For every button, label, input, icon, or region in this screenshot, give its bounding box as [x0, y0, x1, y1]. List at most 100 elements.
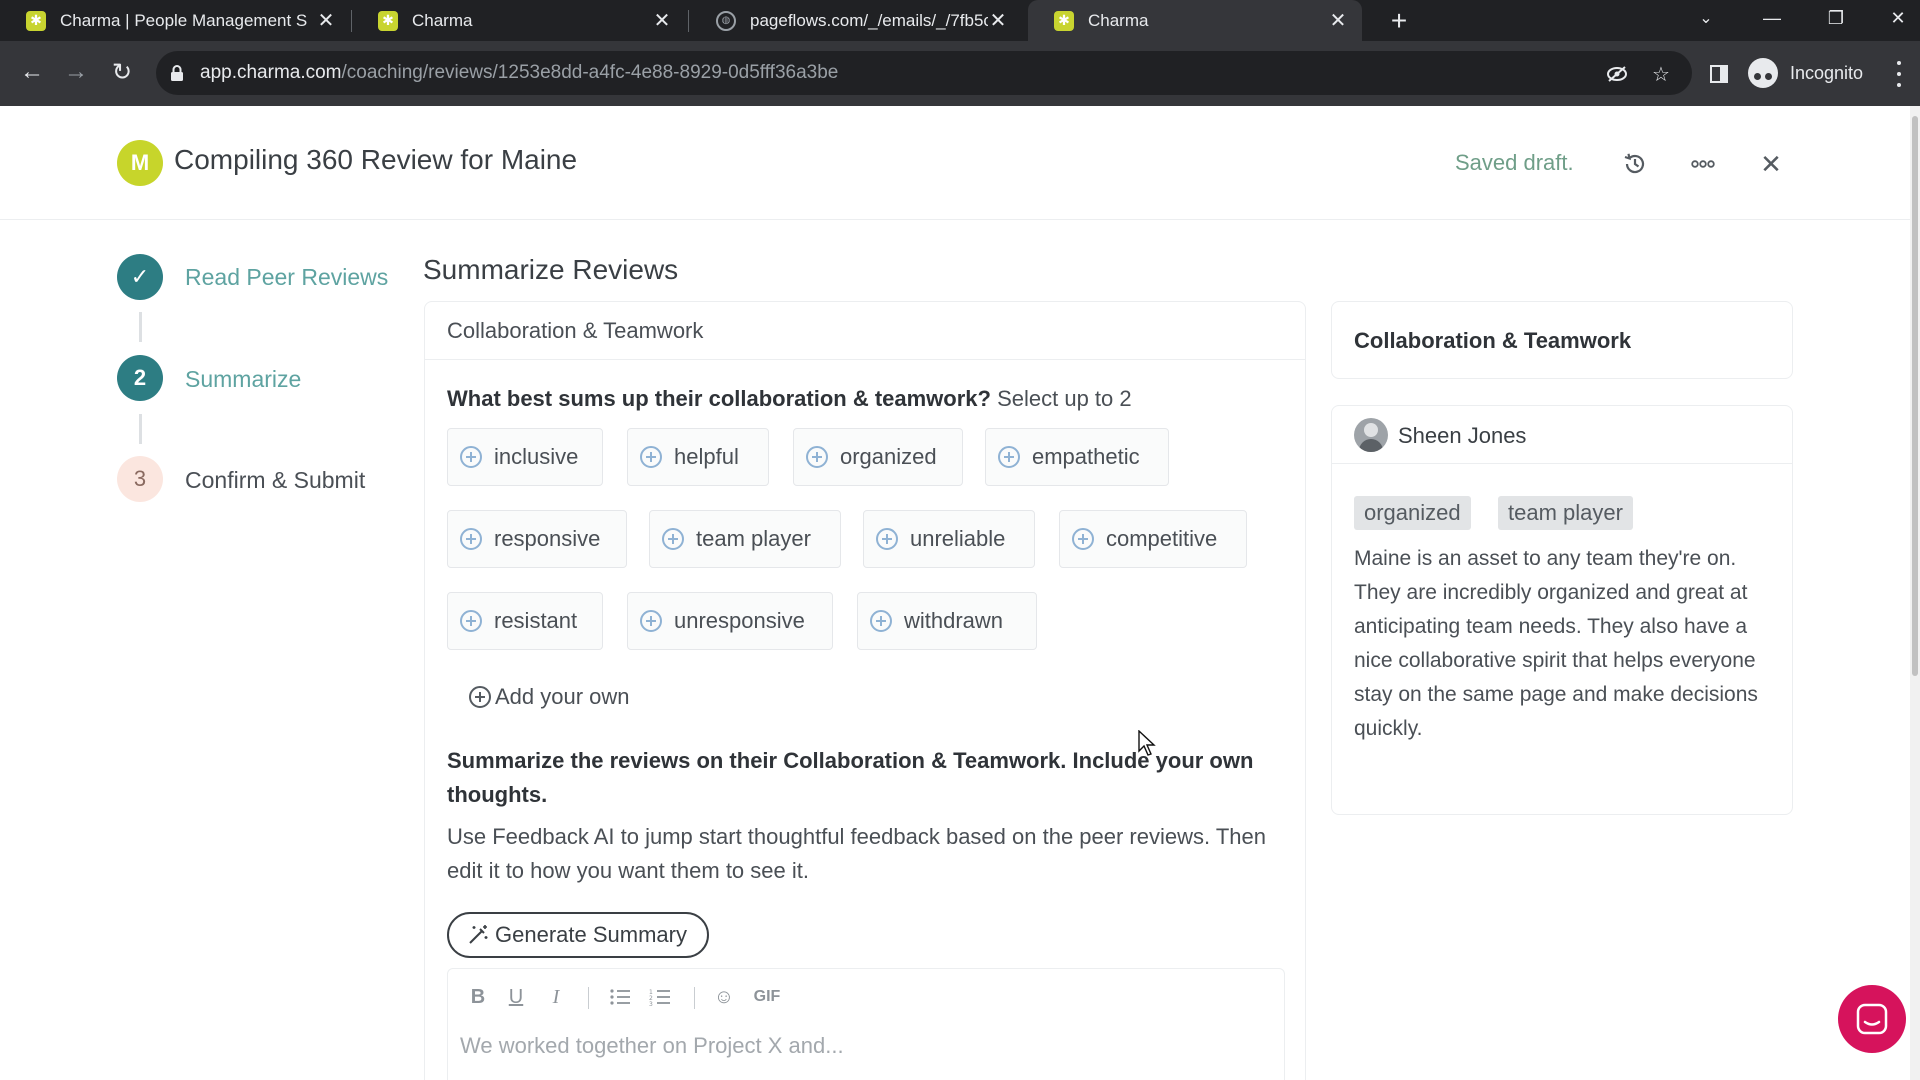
close-tab-icon[interactable]: ✕	[316, 8, 336, 33]
charma-logo-icon: ✱	[1054, 10, 1074, 31]
plus-circle-icon	[460, 446, 482, 468]
saved-status: Saved draft.	[1455, 150, 1574, 175]
chip-helpful[interactable]: helpful	[627, 428, 769, 486]
add-own-label: Add your own	[495, 684, 630, 709]
plus-circle-icon	[876, 528, 898, 550]
underline-icon[interactable]: U	[506, 985, 526, 1009]
new-tab-icon[interactable]: +	[1384, 0, 1414, 41]
close-tab-icon[interactable]: ✕	[652, 8, 672, 33]
url-path: /coaching/reviews/1253e8dd-a4fc-4e88-892…	[341, 62, 839, 83]
step-summarize[interactable]: Summarize	[185, 366, 301, 393]
step-3-marker: 3	[117, 456, 163, 502]
toolbar-divider	[694, 987, 695, 1009]
eye-off-icon[interactable]	[1604, 61, 1630, 87]
chip-label: unresponsive	[674, 608, 805, 633]
chip-responsive[interactable]: responsive	[447, 510, 627, 568]
close-window-icon[interactable]: ✕	[1878, 0, 1918, 36]
peer-review-panel-header: Collaboration & Teamwork	[1331, 301, 1793, 379]
emoji-icon[interactable]: ☺	[712, 985, 736, 1009]
reviewer-name: Sheen Jones	[1398, 423, 1527, 448]
browser-toolbar: ← → ↻ app.charma.com/coaching/reviews/12…	[0, 41, 1920, 106]
card-title: Collaboration & Teamwork	[447, 318, 704, 343]
page-scrollbar[interactable]	[1910, 106, 1920, 1080]
question-text: What best sums up their collaboration & …	[447, 386, 1132, 412]
tab-search-chevron-icon[interactable]: ⌄	[1686, 0, 1726, 36]
chip-resistant[interactable]: resistant	[447, 592, 603, 650]
avatar	[1354, 418, 1388, 452]
browser-tab-3[interactable]: ◍ pageflows.com/_/emails/_/7fb5c ✕	[690, 0, 1022, 41]
chip-organized[interactable]: organized	[793, 428, 963, 486]
incognito-label: Incognito	[1790, 62, 1864, 83]
chip-label: helpful	[674, 444, 739, 469]
chip-empathetic[interactable]: empathetic	[985, 428, 1169, 486]
history-icon[interactable]	[1619, 148, 1651, 180]
bold-icon[interactable]: B	[468, 985, 488, 1009]
chip-unresponsive[interactable]: unresponsive	[627, 592, 833, 650]
chip-unreliable[interactable]: unreliable	[863, 510, 1035, 568]
numbered-list-icon[interactable]: 123	[648, 985, 672, 1009]
address-bar[interactable]: app.charma.com/coaching/reviews/1253e8dd…	[156, 51, 1692, 95]
reload-icon[interactable]: ↻	[104, 54, 140, 90]
step-confirm-submit[interactable]: Confirm & Submit	[185, 467, 365, 494]
plus-circle-icon	[998, 446, 1020, 468]
chat-icon	[1856, 1003, 1888, 1035]
plus-circle-icon	[640, 610, 662, 632]
plus-circle-icon	[460, 610, 482, 632]
add-your-own-button[interactable]: Add your own	[469, 684, 630, 710]
back-arrow-icon[interactable]: ←	[14, 54, 50, 90]
plus-circle-icon	[1072, 528, 1094, 550]
more-options-icon[interactable]	[1687, 148, 1719, 180]
close-tab-icon[interactable]: ✕	[1328, 8, 1348, 33]
incognito-indicator[interactable]: Incognito	[1748, 53, 1863, 93]
lock-icon	[171, 65, 183, 81]
globe-icon: ◍	[716, 10, 736, 31]
generate-summary-button[interactable]: Generate Summary	[447, 912, 709, 958]
gif-button[interactable]: GIF	[752, 985, 782, 1009]
scrollbar-thumb[interactable]	[1912, 116, 1918, 676]
restore-window-icon[interactable]: ❐	[1816, 0, 1856, 36]
browser-tab-2[interactable]: ✱ Charma ✕	[352, 0, 686, 41]
reviewer-row: Sheen Jones	[1332, 406, 1792, 464]
chip-label: team player	[696, 526, 811, 551]
step-read-peer-reviews[interactable]: Read Peer Reviews	[185, 264, 388, 291]
url-text[interactable]: app.charma.com/coaching/reviews/1253e8dd…	[200, 62, 838, 84]
tab-title: Charma | People Management S	[60, 10, 308, 30]
toolbar-divider	[588, 987, 589, 1009]
step-connector	[139, 312, 142, 342]
plus-circle-icon	[662, 528, 684, 550]
browser-menu-icon[interactable]	[1896, 61, 1902, 87]
chip-label: unreliable	[910, 526, 1006, 551]
close-icon[interactable]: ✕	[1755, 148, 1787, 180]
side-panel-icon[interactable]	[1706, 61, 1732, 87]
chip-label: resistant	[494, 608, 578, 633]
plus-circle-icon	[870, 610, 892, 632]
minimize-icon[interactable]: —	[1752, 0, 1792, 36]
browser-tab-4-active[interactable]: ✱ Charma ✕	[1028, 0, 1362, 41]
bookmark-star-icon[interactable]: ☆	[1648, 61, 1674, 87]
tag-team-player: team player	[1498, 496, 1633, 530]
section-title: Summarize Reviews	[423, 254, 679, 285]
forward-arrow-icon[interactable]: →	[58, 54, 94, 90]
tab-title: Charma	[1088, 10, 1149, 30]
close-tab-icon[interactable]: ✕	[988, 8, 1008, 33]
chip-inclusive[interactable]: inclusive	[447, 428, 603, 486]
chip-label: inclusive	[494, 444, 579, 469]
chip-withdrawn[interactable]: withdrawn	[857, 592, 1037, 650]
step-connector	[139, 414, 142, 444]
chip-team-player[interactable]: team player	[649, 510, 841, 568]
italic-icon[interactable]: I	[546, 985, 566, 1009]
chat-launcher-button[interactable]	[1838, 985, 1906, 1053]
page-title: Compiling 360 Review for Maine	[174, 144, 578, 175]
peer-review-panel-title: Collaboration & Teamwork	[1354, 328, 1632, 353]
charma-logo-icon: ✱	[26, 10, 46, 31]
plus-circle-icon	[806, 446, 828, 468]
question-label: What best sums up their collaboration & …	[447, 386, 991, 411]
review-text: Maine is an asset to any team they're on…	[1354, 547, 1758, 740]
browser-tab-1[interactable]: ✱ Charma | People Management S ✕	[0, 0, 350, 41]
bullet-list-icon[interactable]	[608, 985, 632, 1009]
chip-competitive[interactable]: competitive	[1059, 510, 1247, 568]
summary-editor[interactable]: B U I 123 ☺ GIF We worked together on Pr…	[447, 968, 1285, 1080]
incognito-icon	[1748, 58, 1778, 88]
chip-label: withdrawn	[904, 608, 1004, 633]
magic-wand-icon	[469, 925, 488, 944]
